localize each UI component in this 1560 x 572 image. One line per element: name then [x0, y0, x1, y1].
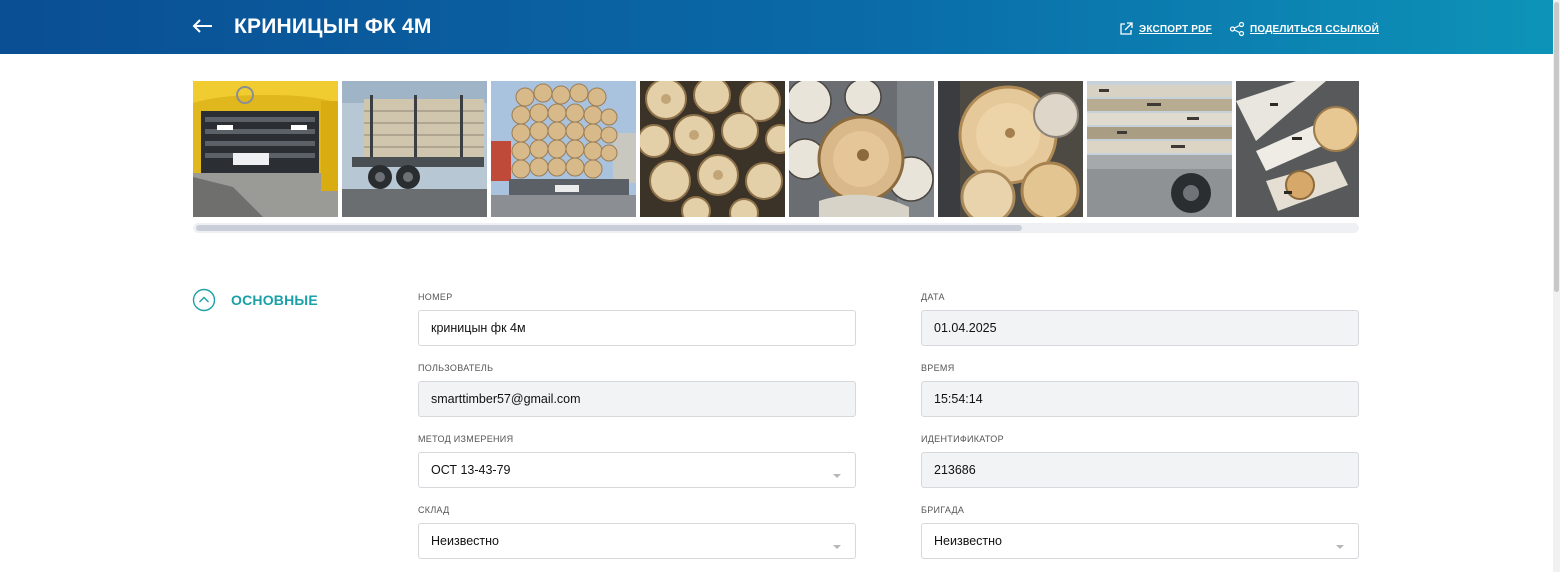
photo-thumbnail[interactable] — [193, 81, 338, 217]
time-field: 15:54:14 — [921, 381, 1359, 417]
chevron-down-icon — [833, 468, 841, 478]
number-label: НОМЕР — [418, 292, 453, 302]
export-pdf-button[interactable]: ЭКСПОРТ PDF — [1118, 21, 1212, 37]
share-link-button[interactable]: ПОДЕЛИТЬСЯ ССЫЛКОЙ — [1229, 21, 1379, 37]
warehouse-select[interactable]: Неизвестно — [418, 523, 856, 559]
photo-gallery — [193, 81, 1359, 217]
page-scrollbar[interactable] — [1553, 0, 1560, 572]
time-label: ВРЕМЯ — [921, 363, 955, 373]
method-select[interactable]: ОСТ 13-43-79 — [418, 452, 856, 488]
warehouse-label: СКЛАД — [418, 505, 450, 515]
chevron-down-icon — [833, 539, 841, 549]
section-toggle-basic[interactable]: ОСНОВНЫЕ — [192, 288, 318, 312]
method-value: ОСТ 13-43-79 — [431, 463, 511, 477]
number-input[interactable]: криницын фк 4м — [418, 310, 856, 346]
page-title: КРИНИЦЫН ФК 4М — [234, 15, 432, 38]
share-link-label: ПОДЕЛИТЬСЯ ССЫЛКОЙ — [1250, 23, 1379, 35]
user-label: ПОЛЬЗОВАТЕЛЬ — [418, 363, 494, 373]
gallery-scrollbar[interactable] — [193, 223, 1359, 233]
date-value: 01.04.2025 — [934, 321, 997, 335]
identifier-field: 213686 — [921, 452, 1359, 488]
back-arrow-icon[interactable] — [190, 13, 216, 39]
photo-thumbnail[interactable] — [342, 81, 487, 217]
date-label: ДАТА — [921, 292, 945, 302]
export-pdf-label: ЭКСПОРТ PDF — [1139, 23, 1212, 35]
identifier-label: ИДЕНТИФИКАТОР — [921, 434, 1004, 444]
chevron-down-icon — [1336, 539, 1344, 549]
warehouse-value: Неизвестно — [431, 534, 499, 548]
photo-thumbnail[interactable] — [789, 81, 934, 217]
photo-thumbnail[interactable] — [1236, 81, 1359, 217]
share-icon — [1229, 21, 1245, 37]
brigade-label: БРИГАДА — [921, 505, 965, 515]
user-field: smarttimber57@gmail.com — [418, 381, 856, 417]
photo-thumbnail[interactable] — [1087, 81, 1232, 217]
page-scrollbar-thumb[interactable] — [1554, 2, 1559, 292]
app-header: КРИНИЦЫН ФК 4М ЭКСПОРТ PDF ПОДЕЛИТЬСЯ СС… — [0, 0, 1553, 54]
photo-thumbnail[interactable] — [491, 81, 636, 217]
brigade-value: Неизвестно — [934, 534, 1002, 548]
number-value: криницын фк 4м — [431, 321, 526, 335]
identifier-value: 213686 — [934, 463, 976, 477]
date-field: 01.04.2025 — [921, 310, 1359, 346]
brigade-select[interactable]: Неизвестно — [921, 523, 1359, 559]
time-value: 15:54:14 — [934, 392, 983, 406]
user-value: smarttimber57@gmail.com — [431, 392, 581, 406]
photo-thumbnail[interactable] — [640, 81, 785, 217]
chevron-up-circle-icon — [192, 288, 216, 312]
photo-thumbnail[interactable] — [938, 81, 1083, 217]
section-title: ОСНОВНЫЕ — [231, 292, 318, 308]
gallery-scrollbar-thumb[interactable] — [196, 225, 1022, 231]
external-link-icon — [1118, 21, 1134, 37]
method-label: МЕТОД ИЗМЕРЕНИЯ — [418, 434, 514, 444]
